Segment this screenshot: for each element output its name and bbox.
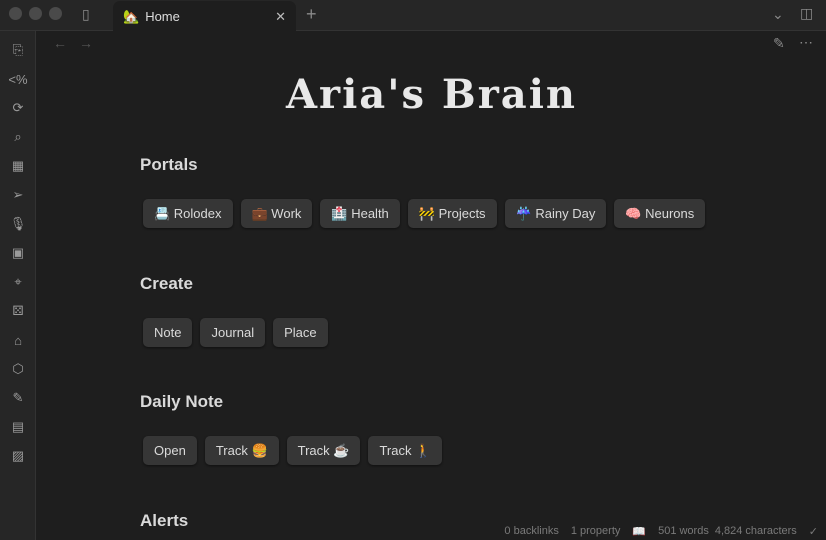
edit-icon[interactable]: ✎ (773, 35, 785, 52)
sync-icon[interactable]: ⟳ (7, 97, 29, 119)
home-icon[interactable]: ⌂ (7, 329, 29, 351)
heading-portals: Portals (140, 155, 198, 174)
tab-home[interactable]: 🏡 Home ✕ (113, 1, 296, 32)
create-buttons: Note Journal Place (143, 318, 328, 347)
chevron-down-icon[interactable]: ⌄ (772, 6, 784, 23)
page-title: Aria's Brain (286, 71, 577, 118)
search-icon[interactable]: ⌕ (7, 126, 29, 148)
tab-label: Home (145, 9, 180, 24)
portals-buttons: 📇 Rolodex 💼 Work 🏥 Health 🚧 Projects ☔ R… (143, 199, 706, 228)
properties-count[interactable]: 1 property (571, 525, 621, 538)
heading-alerts: Alerts (140, 511, 189, 530)
heading-create: Create (140, 274, 193, 293)
character-count: 4,824 characters (714, 525, 797, 537)
dice-icon[interactable]: ⚄ (7, 300, 29, 322)
sidebar-toggle-icon[interactable]: ▯ (82, 6, 90, 23)
image-icon[interactable]: ▨ (7, 445, 29, 467)
kanban-icon[interactable]: ▤ (7, 416, 29, 438)
map-pin-icon[interactable]: ⌖ (7, 271, 29, 293)
open-daily-note-button[interactable]: Open (143, 436, 197, 465)
minimize-window-button[interactable] (29, 7, 42, 20)
rolodex-button[interactable]: 📇 Rolodex (143, 199, 233, 228)
word-count: 501 words (658, 525, 709, 537)
track-food-button[interactable]: Track 🍔 (204, 436, 279, 465)
right-sidebar-icon[interactable]: ◫ (800, 5, 813, 22)
more-options-icon[interactable]: ⋯ (799, 34, 813, 51)
track-walk-button[interactable]: Track 🚶 (368, 436, 443, 465)
projects-button[interactable]: 🚧 Projects (407, 199, 497, 228)
reading-view-icon[interactable]: 📖 (632, 525, 646, 538)
daily-note-buttons: Open Track 🍔 Track ☕ Track 🚶 (143, 436, 443, 465)
ribbon: ⎘ <% ⟳ ⌕ ▦ ➢ 🎙 ▣ ⌖ ⚄ ⌂ ⬡ ✎ ▤ ▨ (0, 31, 36, 540)
track-coffee-button[interactable]: Track ☕ (286, 436, 361, 465)
work-button[interactable]: 💼 Work (240, 199, 313, 228)
rainy-day-button[interactable]: ☔ Rainy Day (504, 199, 607, 228)
status-bar: 0 backlinks 1 property 📖 501 words 4,824… (504, 525, 818, 538)
box-icon[interactable]: ⬡ (7, 358, 29, 380)
sync-status-icon[interactable]: ✓ (809, 525, 818, 538)
backlinks-count[interactable]: 0 backlinks (504, 525, 558, 538)
new-tab-icon[interactable]: + (306, 4, 317, 25)
heading-daily-note: Daily Note (140, 392, 224, 411)
close-window-button[interactable] (9, 7, 22, 20)
title-bar: ▯ 🏡 Home ✕ + ⌄ ◫ (0, 0, 826, 32)
back-arrow-icon[interactable]: ← (53, 35, 67, 51)
close-tab-icon[interactable]: ✕ (275, 9, 286, 25)
forward-arrow-icon[interactable]: → (79, 35, 93, 51)
pen-icon[interactable]: ✎ (7, 387, 29, 409)
home-icon: 🏡 (123, 8, 140, 24)
calendar-icon[interactable]: ▣ (7, 242, 29, 264)
microphone-icon[interactable]: 🎙 (7, 213, 29, 235)
maximize-window-button[interactable] (49, 7, 62, 20)
note-button[interactable]: Note (143, 318, 193, 347)
send-icon[interactable]: ➢ (7, 184, 29, 206)
journal-button[interactable]: Journal (200, 318, 266, 347)
file-code-icon[interactable]: ⎘ (7, 39, 29, 61)
template-icon[interactable]: <% (7, 68, 29, 90)
place-button[interactable]: Place (273, 318, 328, 347)
note-view: ← → ✎ ⋯ Aria's Brain Portals 📇 Rolodex 💼… (37, 31, 826, 540)
table-icon[interactable]: ▦ (7, 155, 29, 177)
neurons-button[interactable]: 🧠 Neurons (614, 199, 706, 228)
health-button[interactable]: 🏥 Health (320, 199, 400, 228)
